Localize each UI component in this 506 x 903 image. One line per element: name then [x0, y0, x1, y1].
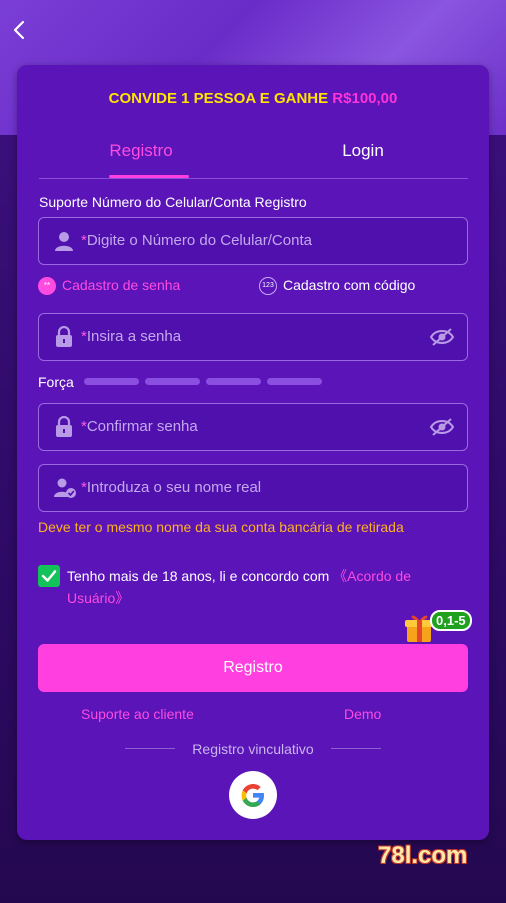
password-placeholder: *Insira a senha — [81, 328, 182, 345]
eye-off-icon[interactable] — [429, 416, 455, 438]
password-mode-label: Cadastro de senha — [62, 277, 181, 293]
strength-bar — [84, 378, 139, 385]
register-button[interactable]: Registro — [38, 644, 468, 692]
password-mode-radio[interactable]: ** — [38, 277, 56, 296]
back-icon[interactable] — [10, 18, 32, 42]
user-check-icon — [53, 477, 76, 499]
watermark: 78l.com — [378, 842, 468, 869]
mode-code-register[interactable]: 123 Cadastro com código — [259, 277, 416, 296]
realname-placeholder: *Introduza o seu nome real — [81, 479, 262, 496]
code-mode-label: Cadastro com código — [283, 277, 416, 293]
register-card: CONVIDE 1 PESSOA E GANHE R$100,00 Regist… — [17, 65, 489, 840]
realname-field[interactable]: *Introduza o seu nome real — [38, 464, 468, 512]
gift-badge: 0,1-5 — [430, 610, 472, 631]
tab-login[interactable]: Login — [303, 141, 423, 161]
tab-registro[interactable]: Registro — [81, 141, 201, 161]
confirm-password-field[interactable]: *Confirmar senha — [38, 403, 468, 451]
strength-bar — [206, 378, 261, 385]
strength-bar — [267, 378, 322, 385]
google-icon — [241, 784, 264, 807]
code-mode-radio[interactable]: 123 — [259, 277, 277, 296]
agreement-text: Tenho mais de 18 anos, li e concordo com… — [67, 568, 411, 606]
user-icon — [53, 230, 75, 252]
mode-password-register[interactable]: ** Cadastro de senha — [38, 277, 181, 296]
promo-amount: R$100,00 — [332, 90, 398, 107]
customer-support-link[interactable]: Suporte ao cliente — [81, 706, 194, 722]
phone-placeholder: *Digite o Número do Celular/Conta — [81, 232, 312, 249]
realname-warning: Deve ter o mesmo nome da sua conta bancá… — [38, 519, 404, 535]
confirm-placeholder: *Confirmar senha — [81, 418, 198, 435]
strength-label: Força — [38, 374, 74, 390]
demo-link[interactable]: Demo — [344, 706, 381, 722]
support-label: Suporte Número do Celular/Conta Registro — [39, 194, 307, 210]
lock-icon — [53, 415, 75, 438]
lock-icon — [53, 325, 75, 348]
eye-off-icon[interactable] — [429, 326, 455, 348]
strength-bar — [145, 378, 200, 385]
agreement-checkbox[interactable] — [38, 565, 60, 587]
password-field[interactable]: *Insira a senha — [38, 313, 468, 361]
divider-line — [331, 748, 381, 749]
google-login-button[interactable] — [229, 771, 277, 819]
phone-field[interactable]: *Digite o Número do Celular/Conta — [38, 217, 468, 265]
promo-banner: CONVIDE 1 PESSOA E GANHE R$100,00 — [17, 90, 489, 107]
binding-register-label: Registro vinculativo — [192, 741, 314, 757]
check-icon — [41, 570, 57, 582]
tab-divider — [39, 178, 468, 179]
promo-text: CONVIDE 1 PESSOA E GANHE — [108, 90, 329, 107]
